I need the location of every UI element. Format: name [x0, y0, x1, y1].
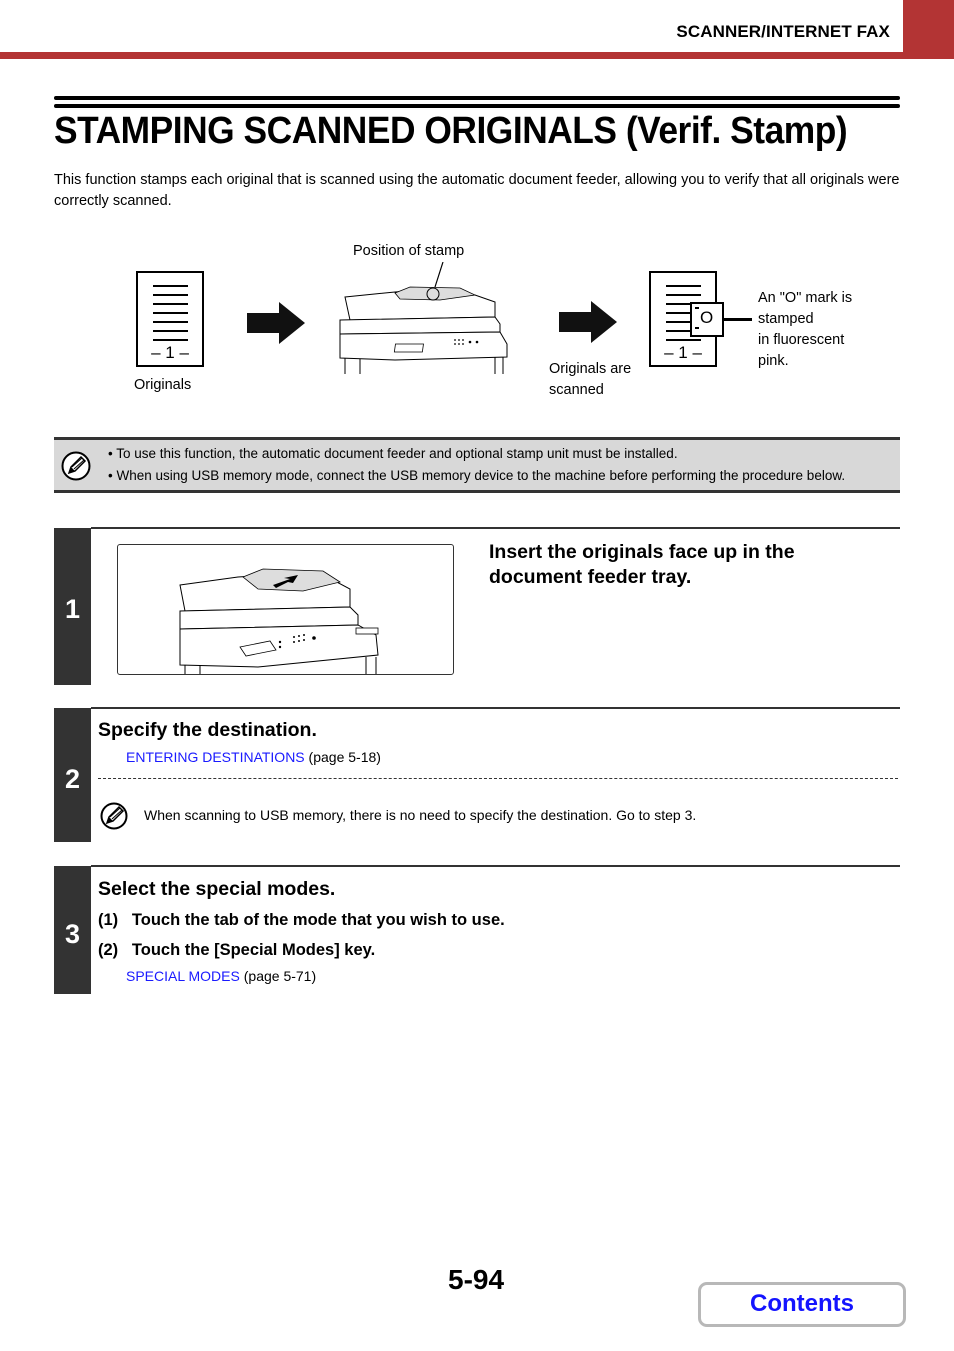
contents-button[interactable]: Contents [698, 1282, 906, 1327]
pencil-note-icon [100, 802, 128, 830]
page-number-label: – 1 – [151, 343, 189, 362]
header-accent-bar [0, 52, 954, 59]
step-2-note: When scanning to USB memory, there is no… [144, 807, 697, 823]
special-modes-link[interactable]: SPECIAL MODES [126, 968, 240, 984]
step-number: 2 [64, 764, 81, 794]
feeder-tray-illustration [117, 544, 454, 675]
title-rule-bottom [54, 104, 900, 108]
page-title: STAMPING SCANNED ORIGINALS (Verif. Stamp… [54, 110, 848, 152]
copier-illustration [339, 262, 508, 374]
step-3-heading: Select the special modes. [98, 878, 336, 900]
pencil-note-icon [61, 451, 91, 481]
step-number: 1 [64, 594, 81, 624]
step-3-reference: SPECIAL MODES (page 5-71) [126, 968, 316, 984]
step-divider [91, 865, 900, 867]
stamp-mark-highlight: O [690, 302, 724, 337]
scanned-label: scanned [549, 382, 604, 398]
step-3-substep-2: (2) Touch the [Special Modes] key. [98, 941, 376, 959]
stamp-o-mark: O [700, 308, 714, 327]
note-box: • To use this function, the automatic do… [54, 437, 900, 493]
step-divider [91, 527, 900, 529]
callout-line [724, 318, 752, 321]
originals-label: Originals [134, 377, 192, 393]
title-rule-top [54, 96, 900, 100]
position-of-stamp-label: Position of stamp [353, 243, 465, 259]
original-document-icon: – 1 – [136, 271, 204, 367]
note-item: • When using USB memory mode, connect th… [108, 468, 846, 483]
step-1-marker: 1 [54, 528, 91, 685]
section-title: SCANNER/INTERNET FAX [676, 22, 890, 41]
step-1-heading-line1: Insert the originals face up in the [489, 541, 795, 563]
mark-label-line2: stamped [758, 311, 814, 327]
arrow-right-icon [247, 302, 305, 344]
page-number: 5-94 [448, 1264, 505, 1295]
link-page-ref: (page 5-71) [239, 968, 317, 984]
step-3-substep-1: (1) Touch the tab of the mode that you w… [98, 911, 505, 929]
mark-label-line1: An "O" mark is [758, 290, 853, 306]
originals-are-label: Originals are [549, 361, 632, 377]
note-item: • To use this function, the automatic do… [108, 446, 678, 461]
step-1-heading-line2: document feeder tray. [489, 566, 692, 588]
step-2-heading: Specify the destination. [98, 719, 317, 741]
step-2-marker: 2 [54, 708, 91, 842]
step-divider [91, 707, 900, 709]
header-accent-tab [903, 0, 954, 59]
stamped-document-icon: O – 1 – [649, 271, 724, 367]
step-number: 3 [64, 919, 81, 949]
step-3-marker: 3 [54, 866, 91, 994]
arrow-right-icon [559, 301, 617, 343]
step-2-reference: ENTERING DESTINATIONS (page 5-18) [126, 749, 381, 765]
entering-destinations-link[interactable]: ENTERING DESTINATIONS [126, 749, 305, 765]
mark-label-line4: pink. [758, 353, 789, 369]
page-number-label: – 1 – [664, 343, 702, 362]
mark-label-line3: in fluorescent [758, 332, 845, 348]
intro-text: This function stamps each original that … [54, 172, 900, 209]
link-page-ref: (page 5-18) [304, 749, 381, 765]
dashed-separator [98, 778, 898, 779]
